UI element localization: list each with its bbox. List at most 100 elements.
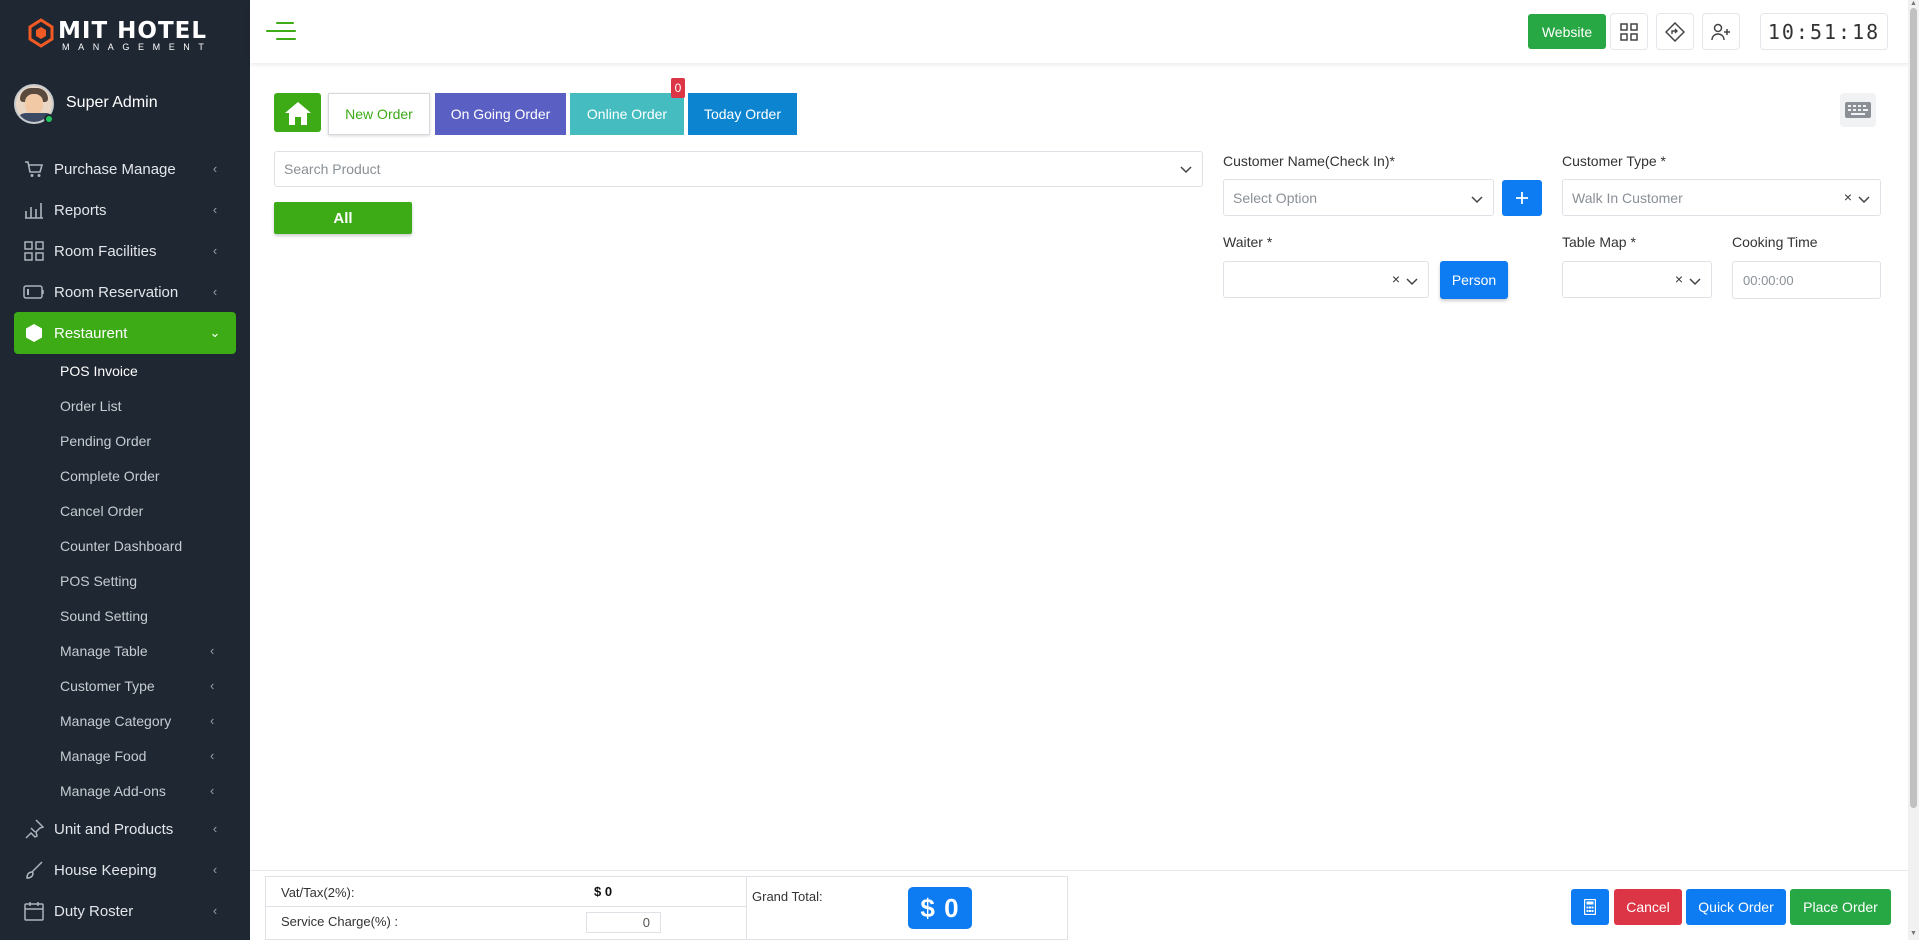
search-product-placeholder: Search Product <box>284 161 381 177</box>
service-charge-label: Service Charge(%) : <box>281 914 399 929</box>
vat-label: Vat/Tax(2%): <box>281 885 355 900</box>
menu-toggle-icon[interactable] <box>266 20 296 44</box>
sidebar-item-label: House Keeping <box>54 861 157 879</box>
sidebar-item-unit-and-products[interactable]: Unit and Products ‹ <box>14 811 236 847</box>
submenu-item-manage-category[interactable]: Manage Category ‹ <box>60 713 236 729</box>
tab-new-order[interactable]: New Order <box>328 93 430 135</box>
customer-name-label: Customer Name(Check In)* <box>1223 153 1395 169</box>
sidebar-item-label: Room Facilities <box>54 242 157 260</box>
sidebar-item-room-reservation[interactable]: Room Reservation ‹ <box>14 274 236 310</box>
submenu-label: Manage Table <box>60 643 148 659</box>
clear-icon[interactable]: × <box>1675 271 1683 287</box>
chevron-left-icon: ‹ <box>210 748 215 763</box>
submenu-item-sound-setting[interactable]: Sound Setting <box>60 608 148 624</box>
sidebar-item-house-keeping[interactable]: House Keeping ‹ <box>14 852 236 888</box>
sidebar-item-restaurent[interactable]: Restaurent ⌄ <box>14 312 236 354</box>
chevron-left-icon: ‹ <box>212 161 218 176</box>
scroll-down-icon[interactable]: ▼ <box>1909 930 1918 938</box>
brand-tagline: MANAGEMENT <box>62 42 213 52</box>
sidebar-item-label: Restaurent <box>54 324 128 342</box>
submenu-item-manage-addons[interactable]: Manage Add-ons ‹ <box>60 783 236 799</box>
tab-ongoing-order[interactable]: On Going Order <box>435 93 566 135</box>
scroll-up-icon[interactable]: ▲ <box>1909 0 1918 8</box>
apps-grid-button[interactable] <box>1610 13 1648 50</box>
directions-button[interactable] <box>1656 13 1694 50</box>
submenu-item-counter-dashboard[interactable]: Counter Dashboard <box>60 538 182 554</box>
chevron-down-icon <box>1406 278 1418 286</box>
page-scrollbar[interactable]: ▲ ▼ <box>1908 0 1919 940</box>
user-profile[interactable]: Super Admin <box>14 84 244 126</box>
customer-name-select[interactable]: Select Option <box>1223 179 1494 216</box>
submenu-item-customer-type[interactable]: Customer Type ‹ <box>60 678 236 694</box>
keyboard-button[interactable] <box>1840 93 1876 127</box>
grand-total-value: $ 0 <box>908 887 972 929</box>
scroll-thumb[interactable] <box>1910 8 1917 808</box>
chevron-left-icon: ‹ <box>212 202 218 217</box>
person-button[interactable]: Person <box>1440 261 1508 299</box>
sidebar-item-purchase-manage[interactable]: Purchase Manage ‹ <box>14 151 236 187</box>
chevron-left-icon: ‹ <box>212 821 218 836</box>
customer-type-select[interactable]: Walk In Customer × <box>1562 179 1881 216</box>
top-header: Website 10:51:18 <box>250 0 1919 63</box>
chevron-down-icon <box>1858 196 1870 204</box>
tab-online-order[interactable]: Online Order <box>570 93 684 135</box>
battery-icon <box>22 281 46 303</box>
directions-icon <box>1665 21 1685 42</box>
grand-total-label: Grand Total: <box>752 889 823 904</box>
submenu-label: Manage Category <box>60 713 172 729</box>
chevron-down-icon: ⌄ <box>209 325 221 340</box>
chevron-left-icon: ‹ <box>210 678 215 693</box>
search-product-select[interactable]: Search Product <box>274 151 1203 187</box>
cancel-button[interactable]: Cancel <box>1614 889 1682 925</box>
cart-icon <box>22 158 46 180</box>
website-button[interactable]: Website <box>1528 14 1606 49</box>
submenu-item-complete-order[interactable]: Complete Order <box>60 468 160 484</box>
submenu-item-cancel-order[interactable]: Cancel Order <box>60 503 143 519</box>
submenu-item-pos-invoice[interactable]: POS Invoice <box>60 363 138 379</box>
table-map-select[interactable]: × <box>1562 261 1712 298</box>
chevron-left-icon: ‹ <box>210 783 215 798</box>
sidebar-item-label: Unit and Products <box>54 820 174 838</box>
plus-icon <box>1516 192 1528 204</box>
submenu-item-pos-setting[interactable]: POS Setting <box>60 573 137 589</box>
submenu-item-manage-table[interactable]: Manage Table ‹ <box>60 643 236 659</box>
chevron-left-icon: ‹ <box>212 284 218 299</box>
hexagon-icon <box>22 322 46 344</box>
vat-value: $ 0 <box>594 884 613 899</box>
logo-icon <box>28 18 54 48</box>
keyboard-icon <box>1845 102 1871 118</box>
home-button[interactable] <box>274 93 321 132</box>
chevron-left-icon: ‹ <box>210 643 215 658</box>
submenu-item-pending-order[interactable]: Pending Order <box>60 433 151 449</box>
submenu-label: Manage Add-ons <box>60 783 166 799</box>
sidebar-item-label: Purchase Manage <box>54 160 176 178</box>
add-user-button[interactable] <box>1702 13 1740 50</box>
customer-type-label: Customer Type * <box>1562 153 1667 169</box>
online-status-dot <box>44 114 54 124</box>
sidebar-item-label: Room Reservation <box>54 283 179 301</box>
waiter-select[interactable]: × <box>1223 261 1429 298</box>
submenu-item-manage-food[interactable]: Manage Food ‹ <box>60 748 236 764</box>
sidebar-item-duty-roster[interactable]: Duty Roster ‹ <box>14 893 236 929</box>
grid-icon <box>22 240 46 262</box>
sidebar-item-reports[interactable]: Reports ‹ <box>14 192 236 228</box>
clock-display: 10:51:18 <box>1760 13 1888 50</box>
clear-icon[interactable]: × <box>1844 189 1852 205</box>
place-order-button[interactable]: Place Order <box>1790 889 1891 925</box>
chevron-down-icon <box>1471 196 1483 204</box>
category-all-button[interactable]: All <box>274 202 412 234</box>
submenu-item-order-list[interactable]: Order List <box>60 398 121 414</box>
app-logo[interactable]: MIT HOTEL MANAGEMENT <box>26 18 226 52</box>
submenu-label: Manage Food <box>60 748 147 764</box>
clear-icon[interactable]: × <box>1392 271 1400 287</box>
calculator-button[interactable] <box>1571 889 1609 925</box>
waiter-label: Waiter * <box>1223 234 1273 250</box>
sidebar-item-room-facilities[interactable]: Room Facilities ‹ <box>14 233 236 269</box>
totals-panel: Vat/Tax(2%): $ 0 Service Charge(%) : 0 G… <box>265 876 1068 940</box>
quick-order-button[interactable]: Quick Order <box>1686 889 1786 925</box>
service-charge-input[interactable]: 0 <box>586 912 661 933</box>
bar-chart-icon <box>22 199 46 221</box>
cooking-time-input[interactable]: 00:00:00 <box>1732 261 1881 299</box>
add-customer-button[interactable] <box>1502 180 1542 216</box>
tab-today-order[interactable]: Today Order <box>688 93 797 135</box>
